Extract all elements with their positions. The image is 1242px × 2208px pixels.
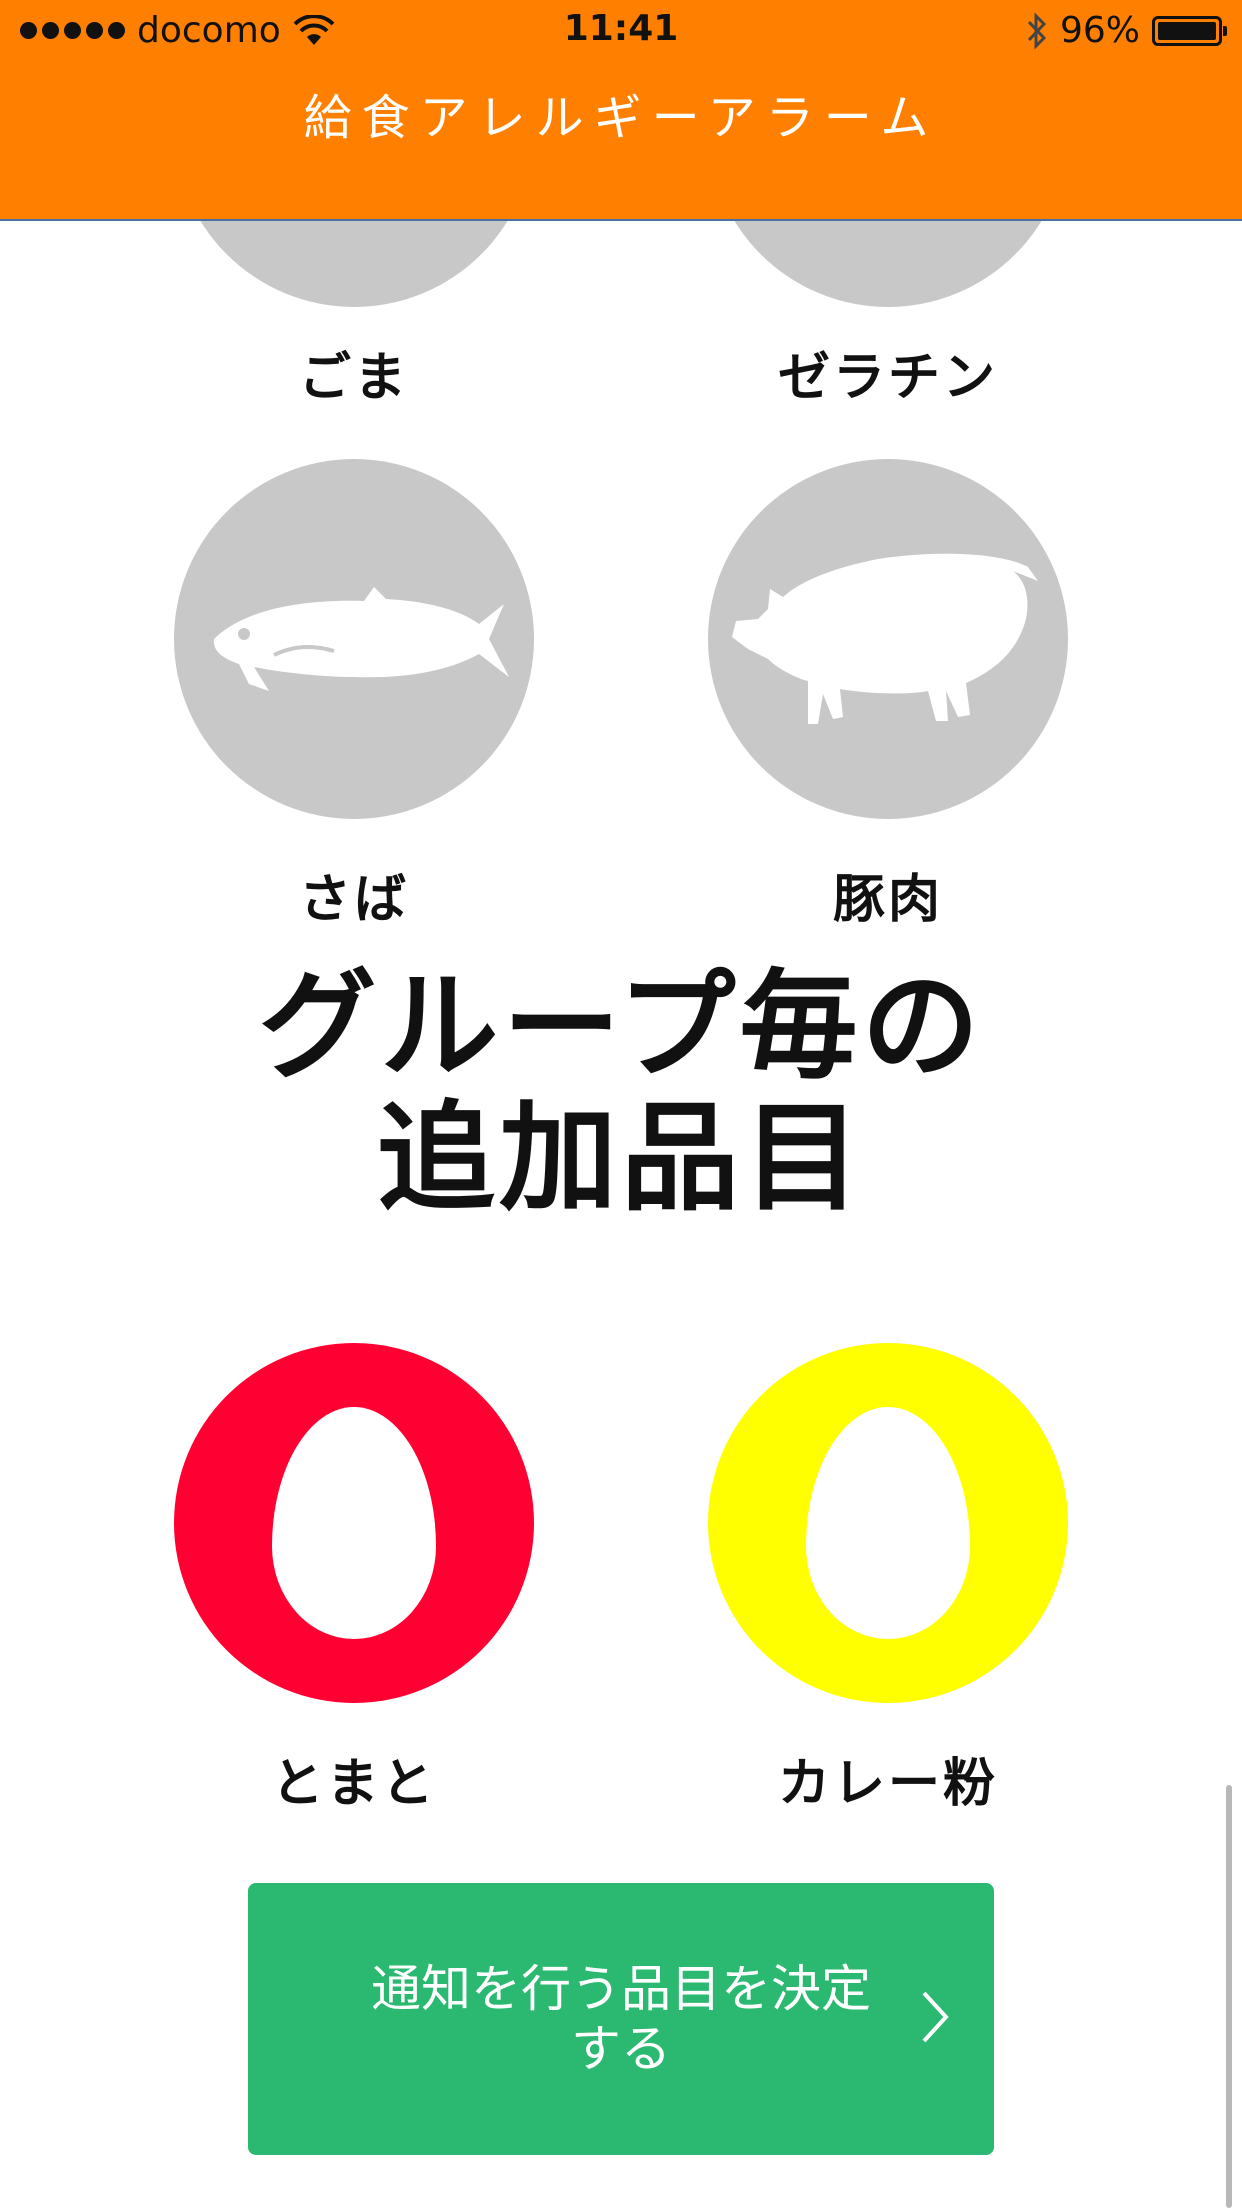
section-title-line2: 追加品目	[376, 1089, 865, 1227]
mackerel-circle[interactable]	[174, 459, 534, 819]
section-title: グループ毎の 追加品目	[0, 960, 1242, 1224]
status-bar: docomo 11:41 96%	[0, 0, 1242, 60]
sesame-label: ごま	[298, 348, 409, 408]
curry-powder-label: カレー粉	[777, 1754, 998, 1814]
submit-label-line1: 通知を行う品目を決定	[371, 1960, 871, 2018]
chevron-right-icon	[922, 1991, 949, 2043]
app-title: 給食アレルギーアラーム	[303, 90, 939, 146]
submit-button-label: 通知を行う品目を決定 する	[341, 1959, 901, 2079]
battery-percent: 96%	[1059, 10, 1140, 51]
gelatin-label: ゼラチン	[777, 348, 998, 408]
screen: ごま ゼラチン さば 豚肉 グループ毎の 追加品目 とまと カレー粉 通知を行う…	[0, 0, 1242, 2208]
curry-powder-circle[interactable]	[708, 1343, 1068, 1703]
bluetooth-icon	[1027, 11, 1047, 50]
pork-circle[interactable]	[708, 459, 1068, 819]
scrollbar[interactable]	[1226, 1785, 1232, 2208]
mackerel-icon	[213, 587, 509, 691]
mackerel-label: さば	[298, 870, 409, 930]
section-title-line1: グループ毎の	[258, 957, 984, 1095]
egg-icon	[272, 1407, 436, 1639]
pork-label: 豚肉	[832, 870, 943, 930]
item-mackerel[interactable]: さば	[174, 459, 534, 932]
tomato-circle[interactable]	[174, 1343, 534, 1703]
item-curry-powder[interactable]: カレー粉	[708, 1343, 1068, 1816]
item-pork[interactable]: 豚肉	[708, 459, 1068, 932]
battery-icon	[1152, 15, 1227, 46]
item-tomato[interactable]: とまと	[174, 1343, 534, 1816]
submit-button[interactable]: 通知を行う品目を決定 する	[248, 1883, 994, 2155]
submit-label-line2: する	[571, 2020, 671, 2078]
scroll-content[interactable]: ごま ゼラチン さば 豚肉 グループ毎の 追加品目 とまと カレー粉 通知を行う…	[0, 0, 1242, 2208]
status-right: 96%	[1026, 10, 1227, 51]
tomato-label: とまと	[271, 1754, 437, 1814]
pig-icon	[732, 553, 1038, 724]
egg-icon	[806, 1407, 970, 1639]
app-header: docomo 11:41 96% 給食アレルギーアラーム	[0, 0, 1242, 221]
